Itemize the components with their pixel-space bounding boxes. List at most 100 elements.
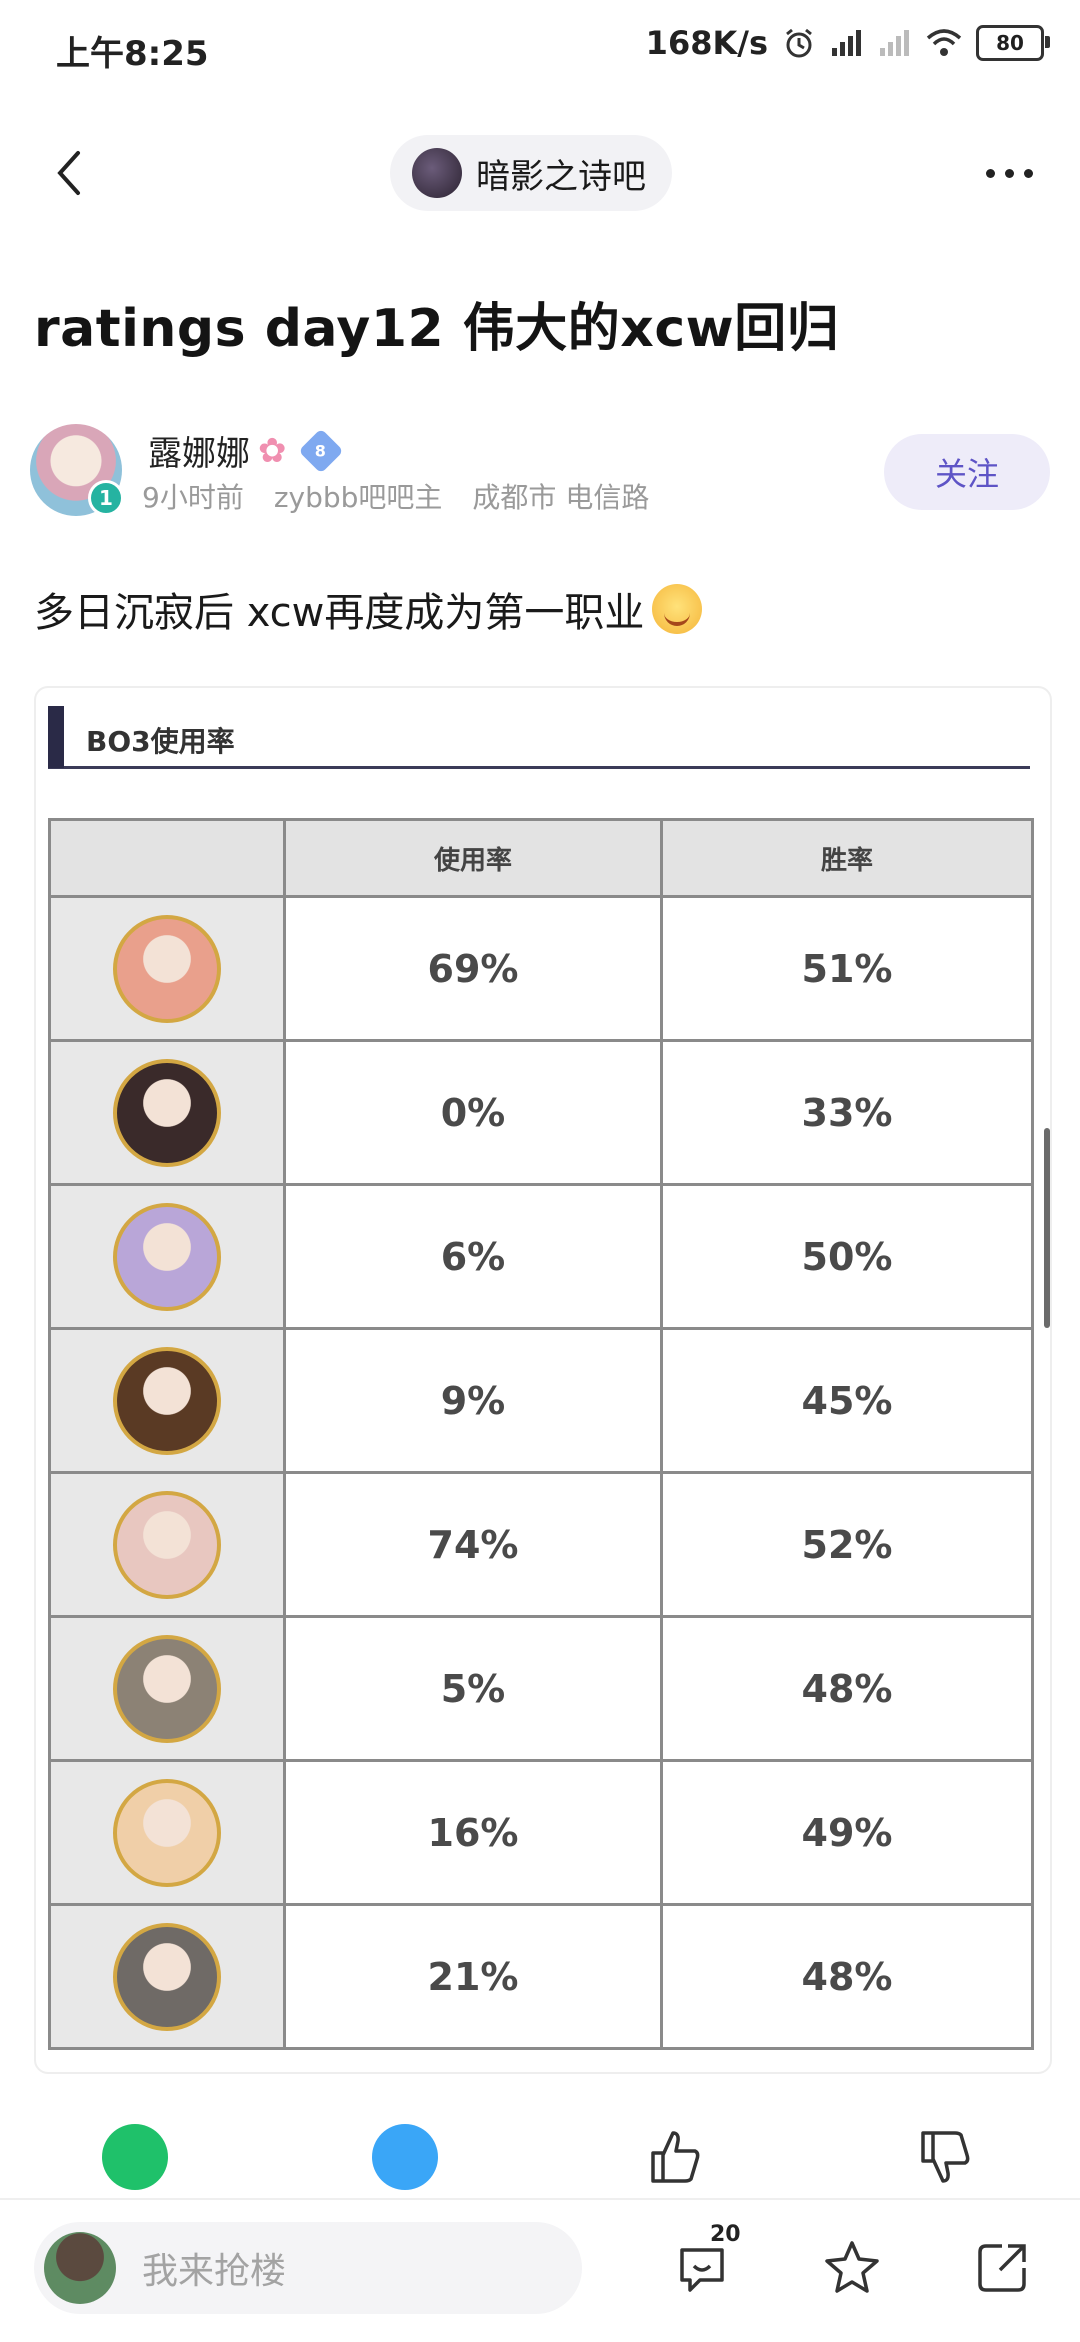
header-icon-cell (48, 818, 286, 898)
thumbs-down-icon (921, 2131, 970, 2183)
author-name-line: 露娜娜 ✿ 8 (148, 426, 344, 475)
image-heading: BO3使用率 (86, 725, 235, 758)
table-row: 5% 48% (48, 1615, 1034, 1762)
table-header-row: 使用率 胜率 (48, 818, 1034, 898)
winrate-cell: 48% (660, 1903, 1034, 2050)
winrate-cell: 49% (660, 1759, 1034, 1906)
more-dot (1023, 168, 1033, 178)
status-bar: 上午8:25 168K/s 80 (0, 0, 1080, 100)
hero-portrait-icon (113, 1202, 221, 1311)
table-row: 0% 33% (48, 1039, 1034, 1186)
diamond-badge-icon: 8 (297, 427, 344, 474)
table-row: 16% 49% (48, 1759, 1034, 1906)
forum-avatar (412, 148, 462, 198)
table-row: 74% 52% (48, 1471, 1034, 1618)
more-dot (1004, 168, 1014, 178)
post-body-text: 多日沉寂后 xcw再度成为第一职业 (34, 590, 645, 636)
status-time: 上午8:25 (56, 34, 209, 74)
winrate-cell: 48% (660, 1615, 1034, 1762)
hero-portrait-icon (113, 1778, 221, 1887)
wechat-icon (102, 2124, 168, 2190)
follow-button[interactable]: 关注 (884, 434, 1050, 510)
reply-placeholder: 我来抢楼 (142, 2251, 287, 2292)
alarm-icon (786, 28, 812, 58)
author-row: 1 露娜娜 ✿ 8 9小时前 zybbb吧吧主 成都市 电信路 关注 (30, 420, 1050, 520)
wifi-icon (926, 29, 962, 56)
winrate-cell: 33% (660, 1039, 1034, 1186)
hero-cell (48, 1615, 286, 1762)
share-qq-button[interactable] (370, 2122, 440, 2192)
usage-cell: 5% (283, 1615, 663, 1762)
table-row: 6% 50% (48, 1183, 1034, 1330)
hero-cell (48, 1183, 286, 1330)
header-winrate: 胜率 (660, 818, 1034, 898)
hero-portrait-icon (113, 914, 221, 1023)
more-options-button[interactable] (974, 145, 1044, 201)
hero-cell (48, 1327, 286, 1474)
header-usage: 使用率 (283, 818, 663, 898)
author-name[interactable]: 露娜娜 (148, 426, 250, 475)
usage-cell: 16% (283, 1759, 663, 1906)
reply-input[interactable]: 我来抢楼 (34, 2222, 582, 2314)
heading-accent (48, 706, 64, 768)
forum-link[interactable]: 暗影之诗吧 (390, 135, 672, 211)
hero-cell (48, 895, 286, 1042)
post-image[interactable]: BO3使用率 使用率 胜率 69% 51% 0% 33% 6% 50% 9% 45% 74% 52… (34, 686, 1052, 2074)
author-meta: 9小时前 zybbb吧吧主 成都市 电信路 (142, 476, 649, 516)
dislike-button[interactable] (910, 2122, 980, 2192)
winrate-cell: 50% (660, 1183, 1034, 1330)
table-row: 21% 48% (48, 1903, 1034, 2050)
table-row: 69% 51% (48, 895, 1034, 1042)
stats-table: 使用率 胜率 69% 51% 0% 33% 6% 50% 9% 45% 74% 52% 5% 48% 1… (48, 818, 1034, 2050)
comments-button[interactable]: 20 (670, 2222, 741, 2300)
author-level-badge: 1 (88, 480, 124, 516)
usage-cell: 6% (283, 1183, 663, 1330)
forum-name: 暗影之诗吧 (476, 156, 646, 197)
battery-icon: 80 (976, 25, 1050, 61)
hero-portrait-icon (113, 1490, 221, 1599)
author-role: zybbb吧吧主 (273, 481, 443, 514)
hero-cell (48, 1759, 286, 1906)
more-dot (985, 168, 995, 178)
comment-count: 20 (710, 2222, 741, 2247)
thumbs-up-icon (651, 2131, 700, 2183)
qq-icon (372, 2124, 438, 2190)
signal-weak-icon (880, 30, 909, 56)
comment-icon (680, 2248, 724, 2292)
post-body: 多日沉寂后 xcw再度成为第一职业 (34, 580, 703, 638)
post-time: 9小时前 (142, 481, 244, 514)
bottom-bar: 我来抢楼 20 (0, 2198, 1080, 2342)
hero-portrait-icon (113, 1922, 221, 2031)
winrate-cell: 45% (660, 1327, 1034, 1474)
usage-cell: 74% (283, 1471, 663, 1618)
flower-icon: ✿ (258, 430, 287, 471)
share-icon (978, 2244, 1026, 2292)
hero-portrait-icon (113, 1058, 221, 1167)
winrate-cell: 52% (660, 1471, 1034, 1618)
diamond-badge-level: 8 (314, 440, 327, 460)
smile-emoji-icon (652, 584, 703, 634)
my-avatar (44, 2232, 116, 2304)
hero-portrait-icon (113, 1634, 221, 1743)
favorite-button[interactable] (820, 2236, 884, 2300)
scrollbar[interactable] (1044, 1128, 1050, 1328)
author-location: 成都市 电信路 (472, 481, 650, 514)
usage-cell: 69% (283, 895, 663, 1042)
hero-cell (48, 1039, 286, 1186)
table-row: 9% 45% (48, 1327, 1034, 1474)
hero-cell (48, 1903, 286, 2050)
like-button[interactable] (640, 2122, 710, 2192)
share-button[interactable] (970, 2236, 1034, 2300)
hero-cell (48, 1471, 286, 1618)
share-wechat-button[interactable] (100, 2122, 170, 2192)
status-icons: 168K/s 80 (645, 24, 1050, 62)
usage-cell: 0% (283, 1039, 663, 1186)
back-button[interactable] (42, 143, 102, 203)
winrate-cell: 51% (660, 895, 1034, 1042)
hero-portrait-icon (113, 1346, 221, 1455)
image-heading-bar: BO3使用率 (48, 706, 1030, 769)
network-speed: 168K/s (645, 24, 768, 62)
signal-icon (832, 30, 861, 56)
table-body: 69% 51% 0% 33% 6% 50% 9% 45% 74% 52% 5% 48% 16% 49% 21… (48, 895, 1034, 2050)
post-title: ratings day12 伟大的xcw回归 (34, 299, 840, 359)
